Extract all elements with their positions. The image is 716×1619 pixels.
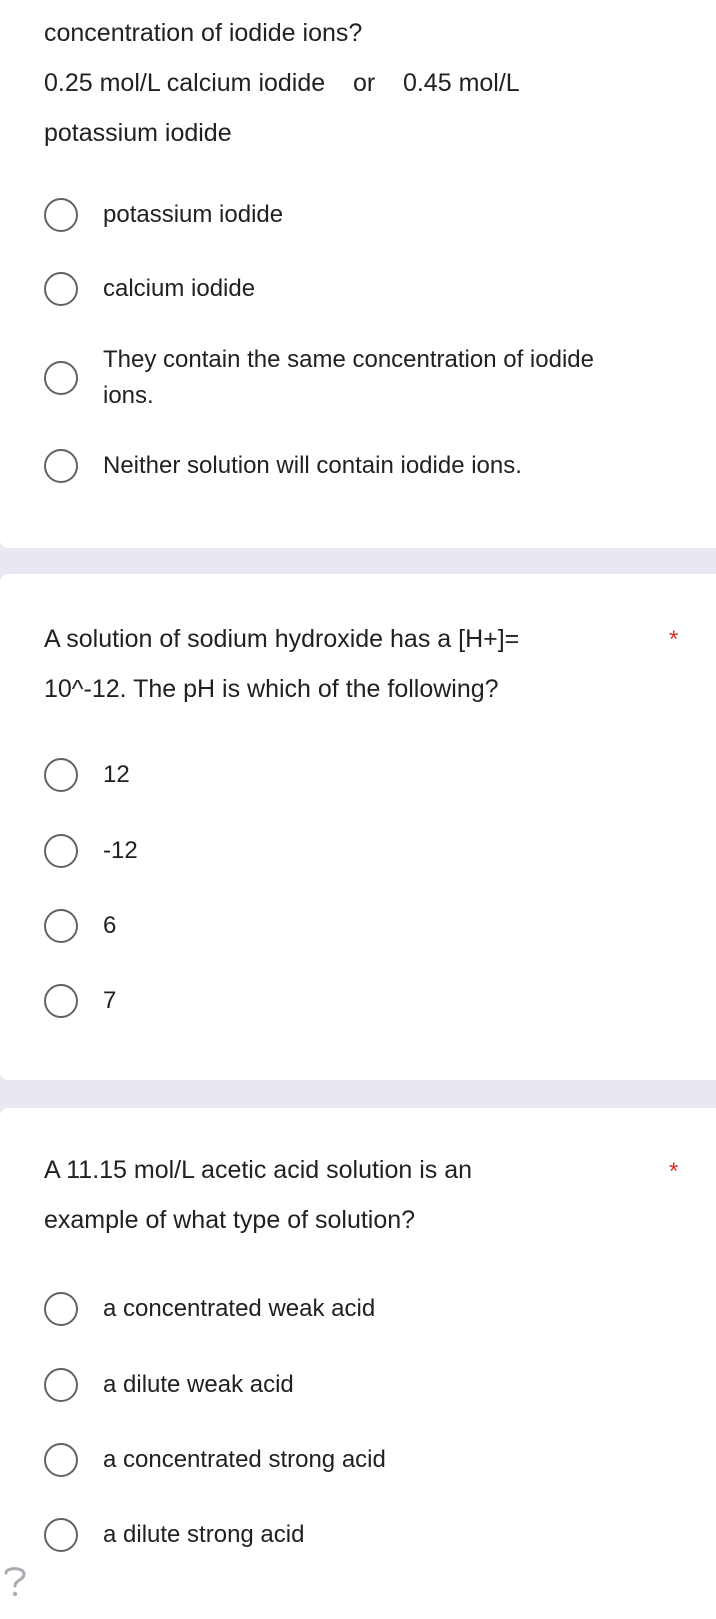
option-label: a concentrated strong acid xyxy=(103,1446,386,1473)
question-card-2: A solution of sodium hydroxide has a [H+… xyxy=(0,574,716,1080)
radio-button[interactable] xyxy=(44,361,78,395)
option-label: a dilute weak acid xyxy=(103,1371,294,1398)
radio-button[interactable] xyxy=(44,834,78,868)
radio-option[interactable]: a dilute strong acid xyxy=(44,1517,684,1553)
question-card-1: concentration of iodide ions? 0.25 mol/L… xyxy=(0,0,716,548)
option-label: 6 xyxy=(103,912,117,939)
option-label: a concentrated weak acid xyxy=(103,1295,376,1322)
option-label: -12 xyxy=(103,837,138,864)
option-label: 7 xyxy=(103,987,117,1014)
radio-option[interactable]: potassium iodide xyxy=(44,197,684,233)
radio-option[interactable]: 7 xyxy=(44,983,684,1019)
question-line: A solution of sodium hydroxide has a [H+… xyxy=(44,625,520,653)
radio-button[interactable] xyxy=(44,272,78,306)
radio-option[interactable]: a concentrated strong acid xyxy=(44,1442,684,1478)
option-label: potassium iodide xyxy=(103,201,284,228)
radio-button[interactable] xyxy=(44,1292,78,1326)
radio-option[interactable]: a dilute weak acid xyxy=(44,1367,684,1403)
radio-button[interactable] xyxy=(44,758,78,792)
question-line: 10^-12. The pH is which of the following… xyxy=(44,675,499,703)
radio-button[interactable] xyxy=(44,1443,78,1477)
option-label: a dilute strong acid xyxy=(103,1521,305,1548)
required-asterisk: * xyxy=(669,1158,679,1185)
radio-button[interactable] xyxy=(44,198,78,232)
radio-option[interactable]: -12 xyxy=(44,833,684,869)
radio-button[interactable] xyxy=(44,1518,78,1552)
required-asterisk: * xyxy=(669,626,679,653)
question-card-3: A 11.15 mol/L acetic acid solution is an… xyxy=(0,1108,716,1619)
radio-option[interactable]: They contain the same concentration of i… xyxy=(44,342,684,414)
radio-option[interactable]: 12 xyxy=(44,757,684,793)
question-line: 0.25 mol/L calcium iodide or 0.45 mol/L xyxy=(44,69,520,97)
question-text: A 11.15 mol/L acetic acid solution is an… xyxy=(44,1145,644,1245)
radio-option[interactable]: a concentrated weak acid xyxy=(44,1291,684,1327)
radio-button[interactable] xyxy=(44,449,78,483)
radio-option[interactable]: 6 xyxy=(44,908,684,944)
radio-button[interactable] xyxy=(44,984,78,1018)
radio-button[interactable] xyxy=(44,909,78,943)
option-label: 12 xyxy=(103,761,130,788)
question-text: A solution of sodium hydroxide has a [H+… xyxy=(44,614,644,714)
option-label: They contain the same concentration of i… xyxy=(103,346,594,409)
help-circle-icon[interactable] xyxy=(0,1559,30,1603)
question-line: A 11.15 mol/L acetic acid solution is an xyxy=(44,1156,473,1184)
question-text: concentration of iodide ions? 0.25 mol/L… xyxy=(44,8,644,158)
option-label: calcium iodide xyxy=(103,275,256,302)
question-line: example of what type of solution? xyxy=(44,1206,416,1234)
option-label: Neither solution will contain iodide ion… xyxy=(103,452,522,479)
radio-option[interactable]: calcium iodide xyxy=(44,271,684,307)
question-line: concentration of iodide ions? xyxy=(44,19,363,47)
radio-option[interactable]: Neither solution will contain iodide ion… xyxy=(44,448,684,484)
radio-button[interactable] xyxy=(44,1368,78,1402)
question-line: potassium iodide xyxy=(44,119,232,147)
